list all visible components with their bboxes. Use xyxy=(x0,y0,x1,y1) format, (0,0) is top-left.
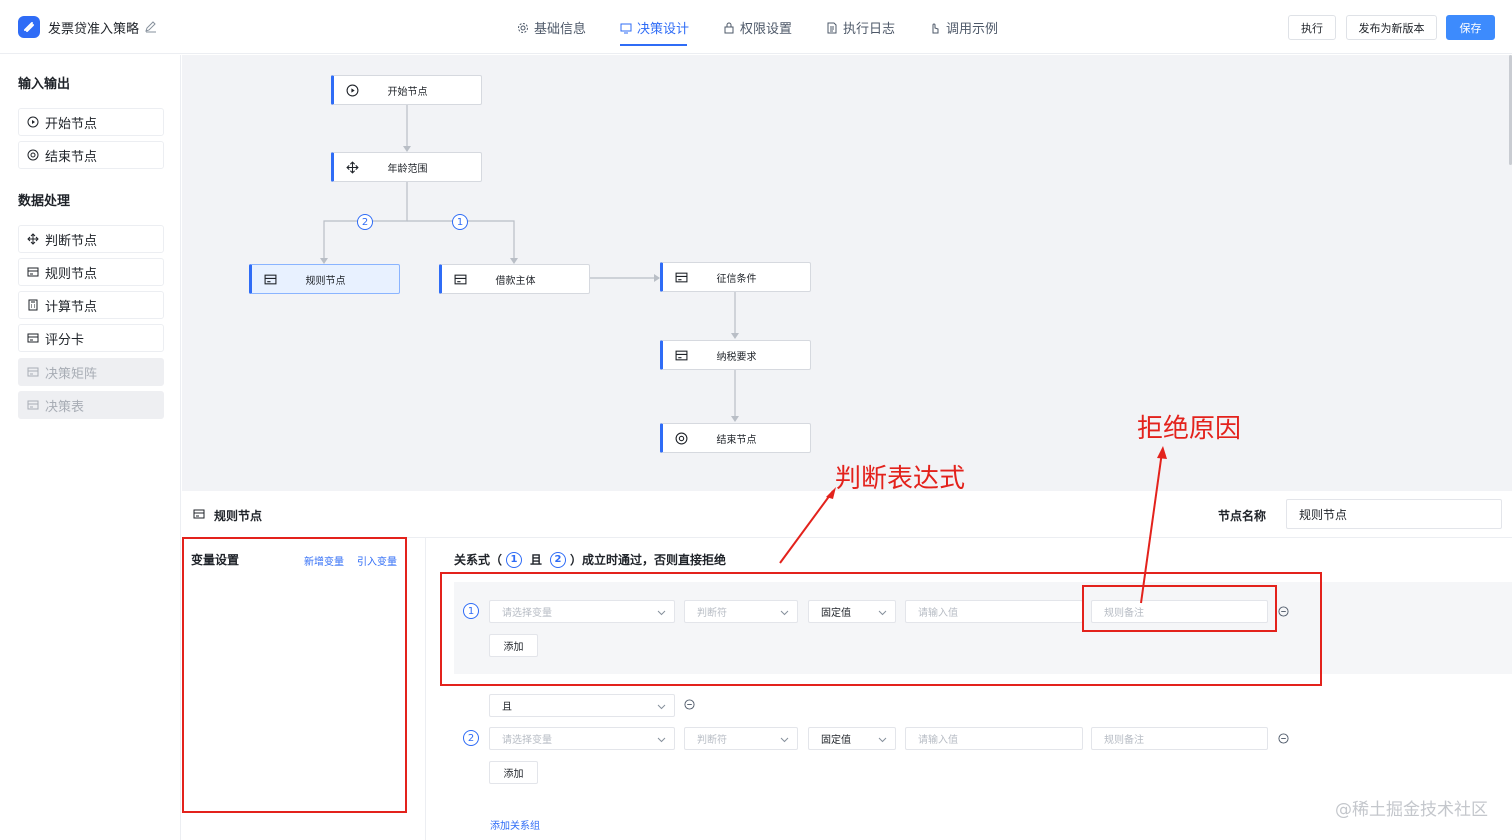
annotation-label-reason: 拒绝原因 xyxy=(1137,414,1242,444)
arrow-reason xyxy=(1140,451,1163,604)
arrow-expr xyxy=(779,490,834,564)
annotation-arrows xyxy=(779,446,1167,604)
watermark: @稀土掘金技术社区 xyxy=(1335,800,1488,820)
annotation-label-expression: 判断表达式 xyxy=(835,464,966,494)
